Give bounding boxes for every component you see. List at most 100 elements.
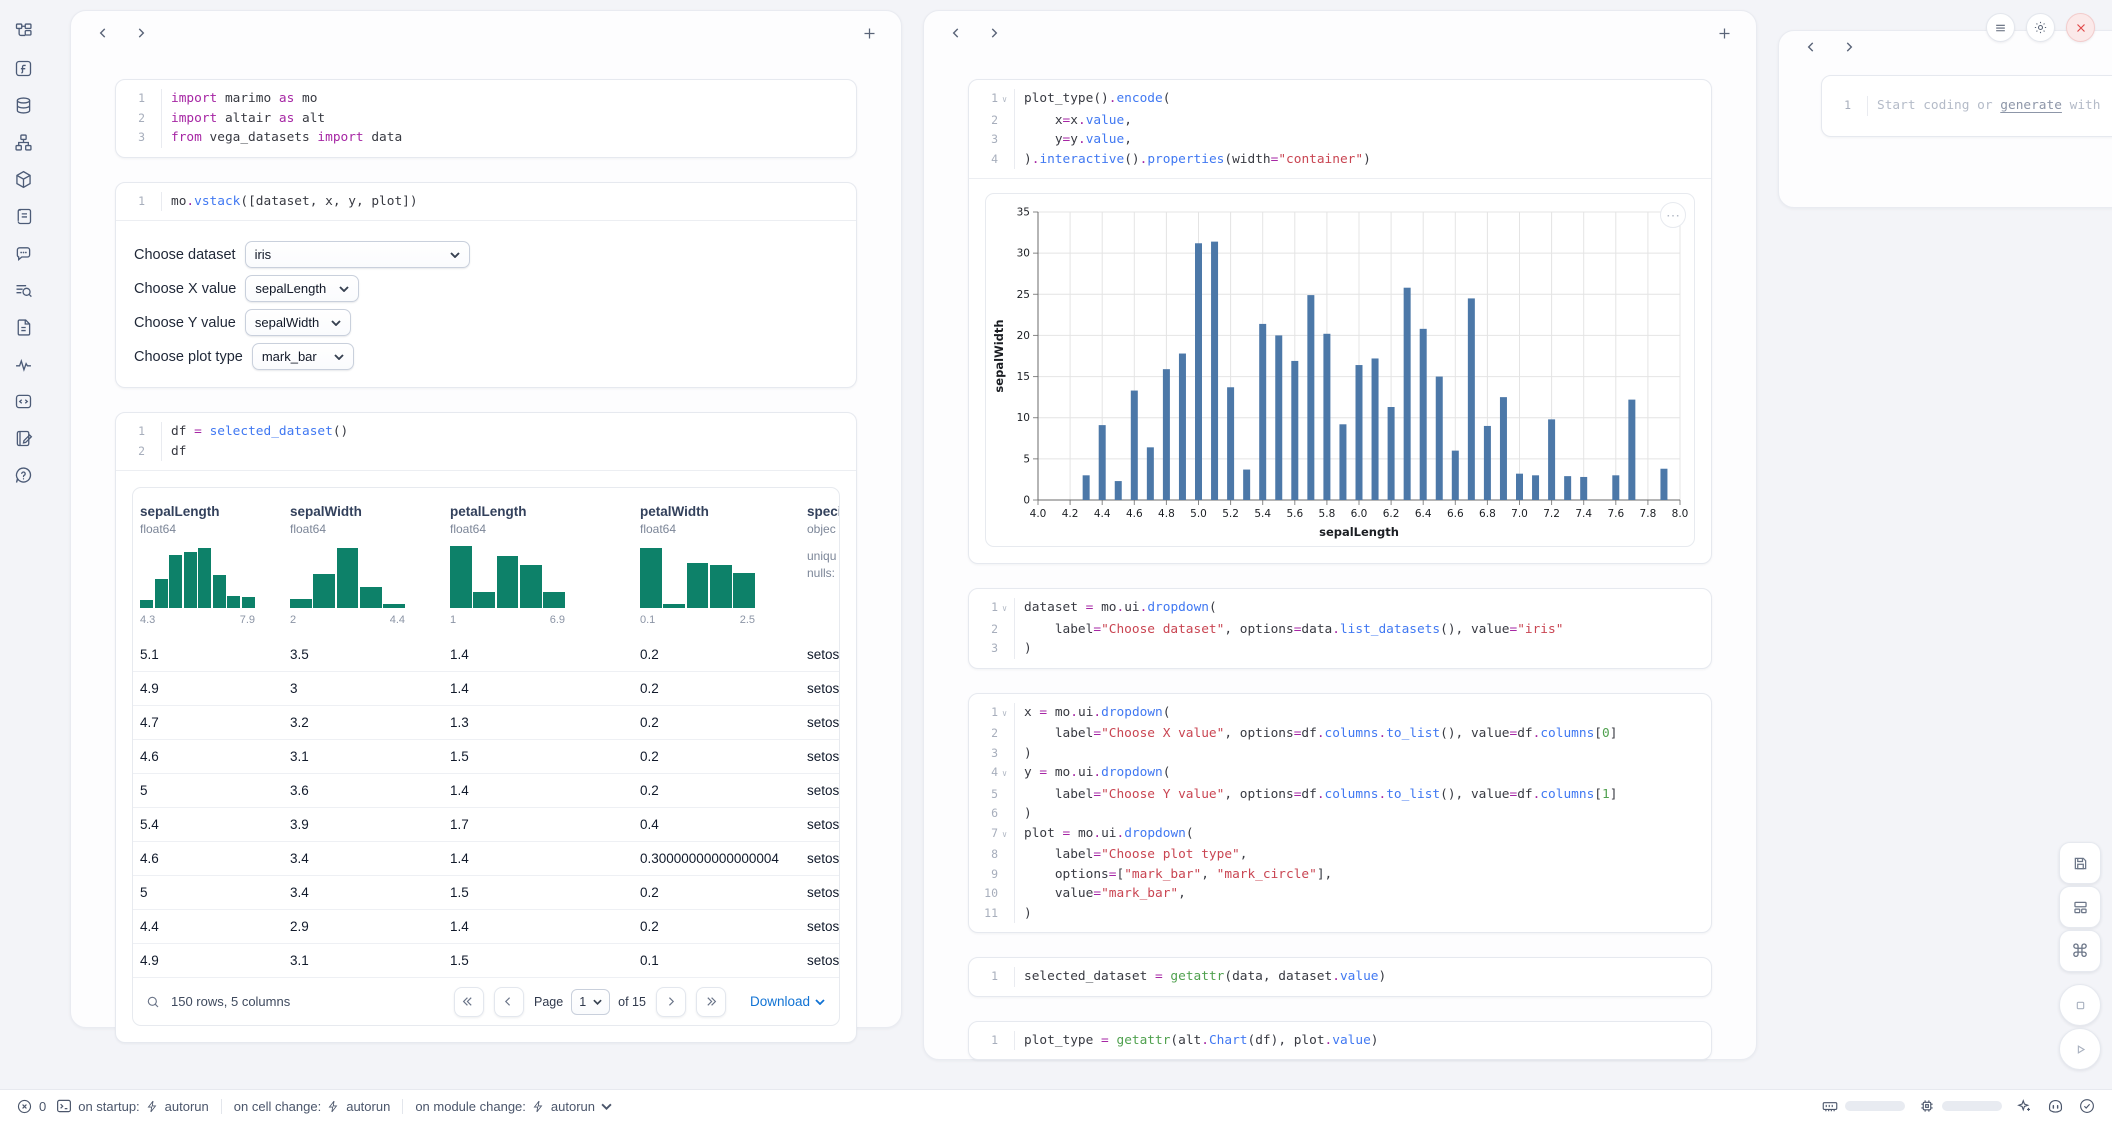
dropdown-choose-x-value[interactable]: sepalLength: [245, 275, 359, 302]
ai-assist-icon[interactable]: [2015, 1097, 2033, 1115]
errors-indicator[interactable]: 0: [16, 1098, 46, 1115]
code-editor[interactable]: 1import marimo as mo2import altair as al…: [116, 80, 856, 157]
dropdown-choose-plot-type[interactable]: mark_bar: [252, 343, 354, 370]
on-startup-setting[interactable]: on startup: autorun: [78, 1099, 209, 1114]
column-histogram[interactable]: [140, 546, 255, 608]
column-header[interactable]: petalWidthfloat640.12.5: [633, 504, 800, 626]
column-header[interactable]: petalLengthfloat6416.9: [443, 504, 633, 626]
terminal-icon[interactable]: [55, 1097, 73, 1115]
generate-link[interactable]: generate: [2000, 98, 2062, 113]
code-editor[interactable]: 1 Start coding or generate with: [1822, 76, 2112, 136]
page-select[interactable]: 1: [571, 989, 610, 1015]
column-1: 1import marimo as mo2import altair as al…: [70, 10, 902, 1028]
code-editor[interactable]: 1mo.vstack([dataset, x, y, plot]): [116, 183, 856, 221]
code-editor[interactable]: 1plot_type = getattr(alt.Chart(df), plot…: [969, 1022, 1711, 1060]
gear-icon[interactable]: [2026, 13, 2055, 42]
column-header[interactable]: sepalWidthfloat6424.4: [283, 504, 443, 626]
menu-icon[interactable]: [1986, 13, 2015, 42]
add-column-icon[interactable]: [1712, 21, 1736, 45]
table-row[interactable]: 4.42.91.40.2setos: [133, 910, 839, 944]
table-row[interactable]: 4.931.40.2setos: [133, 672, 839, 706]
table-cell: 0.2: [633, 715, 800, 730]
snippets-icon[interactable]: [11, 389, 36, 414]
table-row[interactable]: 4.73.21.30.2setos: [133, 706, 839, 740]
search-list-icon[interactable]: [11, 278, 36, 303]
line-number: 2: [116, 109, 162, 129]
run-icon[interactable]: [2059, 1028, 2101, 1070]
table-row[interactable]: 5.43.91.70.4setos: [133, 808, 839, 842]
code-editor[interactable]: 1∨x = mo.ui.dropdown(2 label="Choose X v…: [969, 694, 1711, 933]
column-header[interactable]: speciobjecuniqunulls:: [800, 504, 839, 626]
dependency-graph-icon[interactable]: [11, 130, 36, 155]
document-icon[interactable]: [11, 315, 36, 340]
column-next-icon[interactable]: [982, 21, 1006, 45]
column-next-icon[interactable]: [1837, 35, 1861, 59]
column-prev-icon[interactable]: [944, 21, 968, 45]
prev-page-icon[interactable]: [494, 987, 524, 1017]
stop-icon[interactable]: [2059, 984, 2101, 1026]
on-module-change-setting[interactable]: on module change: autorun: [415, 1099, 612, 1114]
code-editor[interactable]: 1df = selected_dataset()2df: [116, 413, 856, 470]
shutdown-icon[interactable]: [2066, 13, 2095, 42]
column-histogram[interactable]: [450, 546, 565, 608]
save-icon[interactable]: [2059, 842, 2101, 884]
table-row[interactable]: 4.93.11.50.1setos: [133, 944, 839, 978]
column-prev-icon[interactable]: [1799, 35, 1823, 59]
on-cell-change-setting[interactable]: on cell change: autorun: [234, 1099, 391, 1114]
last-page-icon[interactable]: [696, 987, 726, 1017]
code-editor[interactable]: 1selected_dataset = getattr(data, datase…: [969, 958, 1711, 996]
table-row[interactable]: 53.61.40.2setos: [133, 774, 839, 808]
table-row[interactable]: 53.41.50.2setos: [133, 876, 839, 910]
add-column-icon[interactable]: [857, 21, 881, 45]
column-header[interactable]: sepalLengthfloat644.37.9: [133, 504, 283, 626]
table-row[interactable]: 4.63.41.40.30000000000000004setos: [133, 842, 839, 876]
fold-indicator[interactable]: ∨: [1000, 765, 1009, 785]
column-2-toolbar: [924, 11, 1756, 55]
chevron-down-icon: [601, 1103, 612, 1110]
bolt-icon: [146, 1100, 159, 1113]
table-row[interactable]: 5.13.51.40.2setos: [133, 638, 839, 672]
column-prev-icon[interactable]: [91, 21, 115, 45]
cpu-usage[interactable]: [1918, 1097, 2002, 1115]
table-cell: setos: [800, 749, 839, 764]
function-icon[interactable]: [11, 56, 36, 81]
line-number: 1: [116, 422, 162, 442]
fold-indicator[interactable]: ∨: [1000, 826, 1009, 846]
fold-indicator[interactable]: ∨: [1000, 600, 1009, 620]
layout-icon[interactable]: [2059, 886, 2101, 928]
fold-indicator[interactable]: ∨: [1000, 705, 1009, 725]
database-icon[interactable]: [11, 93, 36, 118]
ram-usage[interactable]: [1821, 1097, 1905, 1115]
connection-status-icon[interactable]: [2078, 1097, 2096, 1115]
next-page-icon[interactable]: [656, 987, 686, 1017]
column-histogram[interactable]: [640, 546, 755, 608]
column-histogram[interactable]: [290, 546, 405, 608]
line-number: 3: [116, 128, 162, 148]
page-total: of 15: [618, 995, 646, 1009]
download-link[interactable]: Download: [750, 994, 825, 1009]
ram-icon: [1821, 1097, 1839, 1115]
package-icon[interactable]: [11, 167, 36, 192]
file-tree-icon[interactable]: [11, 19, 36, 44]
dropdown-choose-y-value[interactable]: sepalWidth: [245, 309, 351, 336]
table-row[interactable]: 4.63.11.50.2setos: [133, 740, 839, 774]
first-page-icon[interactable]: [454, 987, 484, 1017]
search-icon[interactable]: [145, 994, 161, 1010]
logs-icon[interactable]: [11, 204, 36, 229]
chat-icon[interactable]: [11, 241, 36, 266]
control-label: Choose X value: [134, 281, 236, 297]
activity-icon[interactable]: [11, 352, 36, 377]
selected-dataset-code-cell: 1selected_dataset = getattr(data, datase…: [968, 957, 1712, 997]
bar-chart[interactable]: 4.04.24.44.64.85.05.25.45.65.86.06.26.46…: [990, 202, 1692, 542]
plot-type-code-cell: 1plot_type = getattr(alt.Chart(df), plot…: [968, 1021, 1712, 1061]
column-next-icon[interactable]: [129, 21, 153, 45]
code-editor[interactable]: 1∨plot_type().encode(2 x=x.value,3 y=y.v…: [969, 80, 1711, 178]
scratchpad-icon[interactable]: [11, 426, 36, 451]
help-icon[interactable]: [11, 463, 36, 488]
code-editor[interactable]: 1∨dataset = mo.ui.dropdown(2 label="Choo…: [969, 589, 1711, 668]
command-palette-icon[interactable]: ⌘: [2059, 930, 2101, 972]
fold-indicator[interactable]: ∨: [1000, 91, 1009, 111]
chart-actions-icon[interactable]: ⋯: [1660, 202, 1686, 228]
copilot-icon[interactable]: [2046, 1097, 2065, 1116]
dropdown-choose-dataset[interactable]: iris: [245, 241, 470, 268]
